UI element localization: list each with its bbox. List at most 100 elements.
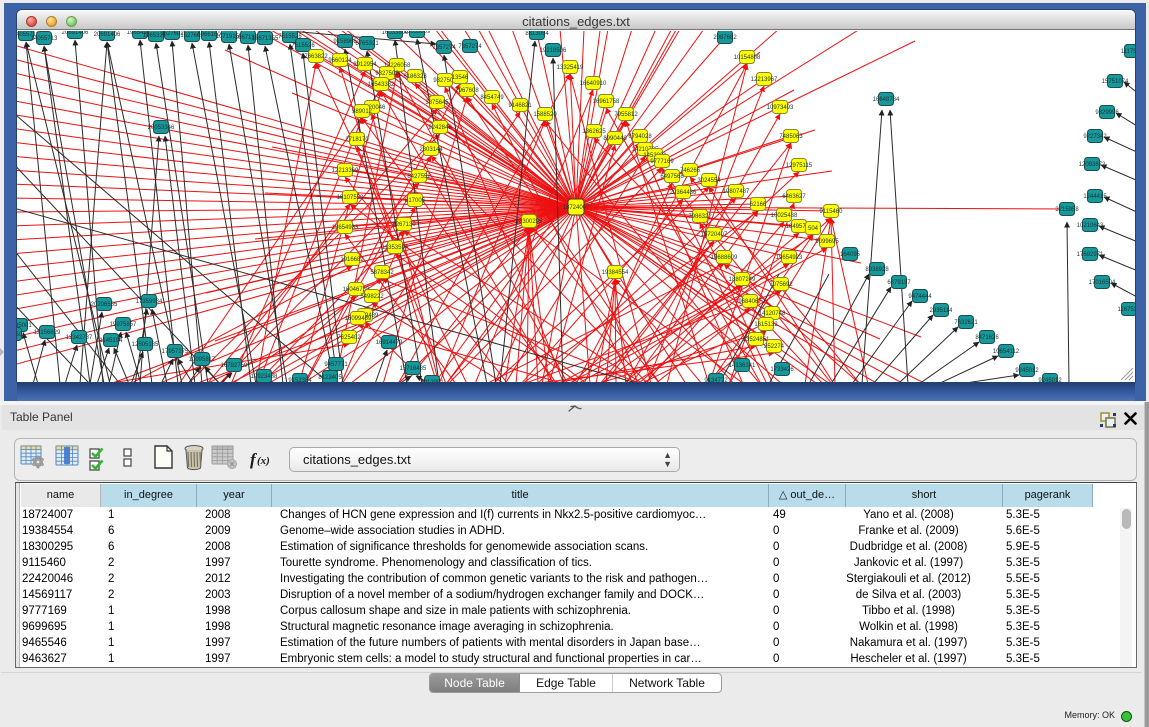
svg-text:15751074: 15751074: [1102, 79, 1129, 85]
svg-text:20691406: 20691406: [62, 31, 89, 36]
svg-text:7485063: 7485063: [779, 134, 803, 140]
svg-text:20691406: 20691406: [94, 32, 121, 38]
svg-text:1733426: 1733426: [770, 367, 794, 373]
svg-text:5878342: 5878342: [370, 270, 394, 276]
svg-text:18807249: 18807249: [729, 277, 756, 283]
svg-text:13325419: 13325419: [557, 65, 584, 71]
svg-text:9777169: 9777169: [650, 159, 674, 165]
svg-text:19384554: 19384554: [602, 270, 629, 276]
svg-text:17016504: 17016504: [1089, 280, 1116, 286]
svg-text:8186323: 8186323: [403, 74, 427, 80]
svg-text:12342737: 12342737: [66, 335, 93, 341]
svg-text:12156829: 12156829: [34, 330, 61, 336]
svg-text:9245012: 9245012: [1015, 368, 1039, 374]
svg-text:8454749: 8454749: [480, 95, 504, 101]
svg-text:2803144: 2803144: [419, 147, 443, 153]
svg-text:17359934: 17359934: [136, 299, 163, 305]
svg-text:9474444: 9474444: [908, 294, 932, 300]
svg-text:8471626: 8471626: [975, 335, 999, 341]
svg-text:8813054: 8813054: [525, 31, 549, 37]
svg-text:15716485: 15716485: [400, 366, 427, 372]
svg-text:1588520: 1588520: [533, 112, 557, 118]
svg-text:9158966: 9158966: [333, 39, 357, 45]
svg-text:18724007: 18724007: [563, 205, 590, 211]
svg-text:3215958: 3215958: [1055, 207, 1079, 213]
svg-text:3024554: 3024554: [697, 178, 721, 184]
svg-text:9684067: 9684067: [738, 299, 762, 305]
svg-text:10210643: 10210643: [1077, 223, 1104, 229]
svg-text:7632621: 7632621: [954, 320, 978, 326]
svg-text:3911501: 3911501: [17, 332, 26, 338]
svg-text:12213967: 12213967: [751, 77, 778, 83]
svg-text:13546: 13546: [452, 75, 469, 81]
svg-text:11353594: 11353594: [382, 245, 409, 251]
svg-text:9227342: 9227342: [1083, 134, 1107, 140]
svg-text:8912001: 8912001: [420, 380, 444, 382]
svg-text:2967608: 2967608: [455, 88, 479, 94]
svg-text:12505135: 12505135: [132, 342, 159, 348]
svg-text:9115460: 9115460: [820, 209, 844, 215]
svg-text:19654923: 19654923: [776, 255, 803, 261]
svg-text:1362625: 1362625: [582, 129, 606, 135]
svg-text:19218506: 19218506: [540, 48, 567, 54]
svg-text:2718170: 2718170: [345, 137, 369, 143]
svg-text:2935114: 2935114: [930, 308, 954, 314]
svg-text:9457771: 9457771: [324, 362, 348, 368]
svg-text:14120748: 14120748: [759, 311, 786, 317]
svg-text:8427552: 8427552: [407, 174, 431, 180]
svg-text:6463627: 6463627: [782, 194, 806, 200]
svg-text:7515526: 7515526: [291, 43, 315, 49]
svg-text:3875645: 3875645: [425, 100, 449, 106]
svg-text:14136141: 14136141: [729, 363, 756, 369]
svg-text:12975115: 12975115: [786, 163, 813, 169]
svg-text:12923488: 12923488: [251, 374, 278, 380]
svg-text:1167533: 1167533: [1118, 307, 1135, 313]
svg-text:19975857: 19975857: [110, 322, 137, 328]
svg-text:1145194: 1145194: [100, 338, 124, 344]
svg-text:6879197: 6879197: [887, 280, 911, 286]
svg-text:12213369: 12213369: [332, 168, 359, 174]
svg-text:817006: 817006: [405, 198, 426, 204]
svg-text:989012: 989012: [352, 109, 373, 115]
svg-text:8765321: 8765321: [355, 41, 379, 47]
svg-text:8123405: 8123405: [318, 375, 342, 381]
svg-text:9242848: 9242848: [428, 125, 452, 131]
svg-text:20206555: 20206555: [91, 302, 118, 308]
svg-text:9099695: 9099695: [815, 239, 839, 245]
svg-text:1916682: 1916682: [340, 257, 364, 263]
svg-text:16961758: 16961758: [593, 99, 620, 105]
svg-text:16782759: 16782759: [221, 363, 248, 369]
svg-text:252274: 252274: [764, 344, 785, 350]
svg-text:16648784: 16648784: [873, 97, 900, 103]
svg-text:15720407: 15720407: [701, 232, 728, 238]
svg-text:9245012: 9245012: [1038, 378, 1062, 382]
svg-text:13524851: 13524851: [743, 337, 770, 343]
svg-text:17692971: 17692971: [1077, 252, 1104, 258]
svg-text:9146821: 9146821: [508, 103, 532, 109]
svg-text:1615132: 1615132: [754, 322, 778, 328]
svg-text:164095: 164095: [840, 252, 861, 258]
svg-text:10025438: 10025438: [771, 213, 798, 219]
svg-text:7625402: 7625402: [337, 335, 361, 341]
svg-text:9660124: 9660124: [328, 58, 352, 64]
svg-text:7955812: 7955812: [614, 112, 638, 118]
svg-text:17957275: 17957275: [162, 349, 189, 355]
svg-text:504: 504: [808, 226, 819, 232]
svg-text:10807487: 10807487: [723, 189, 750, 195]
svg-text:9327509: 9327509: [375, 71, 399, 77]
svg-text:(x): (x): [257, 455, 270, 467]
svg-text:9329996: 9329996: [1095, 110, 1119, 116]
svg-text:7663822: 7663822: [304, 54, 328, 60]
svg-text:16099489: 16099489: [345, 316, 372, 322]
svg-text:20364436: 20364436: [670, 190, 697, 196]
svg-text:8990448: 8990448: [603, 136, 627, 142]
svg-text:3267130: 3267130: [392, 222, 416, 228]
svg-text:16640910: 16640910: [580, 81, 607, 87]
svg-text:20053346: 20053346: [148, 125, 175, 131]
svg-text:10095817: 10095817: [189, 357, 216, 363]
svg-text:1117533: 1117533: [1121, 49, 1135, 55]
svg-text:7357274: 7357274: [458, 44, 482, 50]
svg-text:16107553: 16107553: [337, 195, 364, 201]
svg-text:6794028: 6794028: [628, 134, 652, 140]
svg-text:18300295: 18300295: [516, 219, 543, 225]
